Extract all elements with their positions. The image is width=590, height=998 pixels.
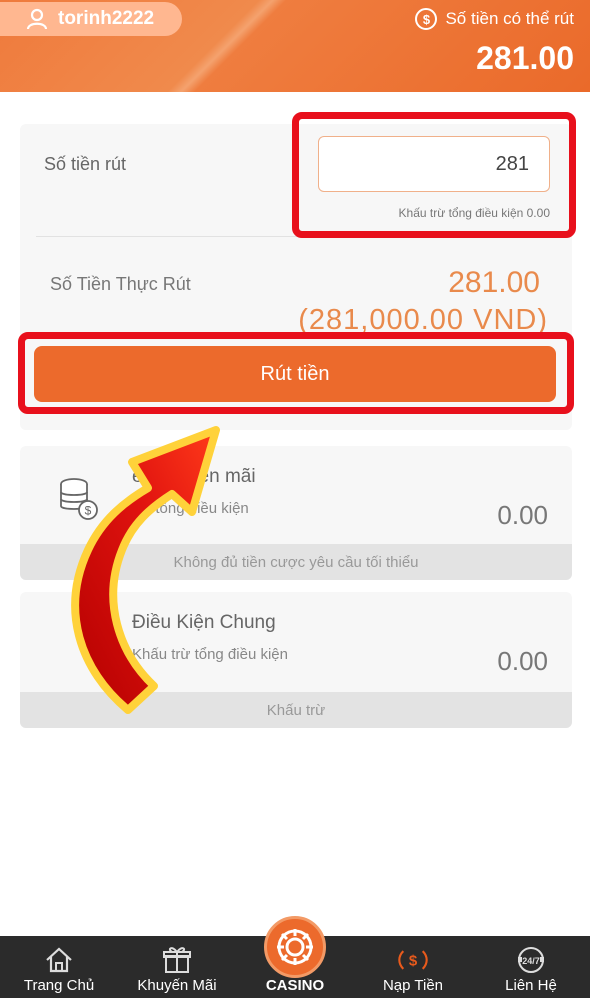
nav-item-promotions[interactable]: Khuyến Mãi	[118, 936, 236, 998]
home-icon	[44, 945, 74, 975]
withdrawable-balance-label: $ Số tiền có thể rút	[415, 8, 574, 30]
actual-withdraw-label: Số Tiền Thực Rút	[50, 274, 191, 294]
nav-item-home[interactable]: Trang Chủ	[0, 936, 118, 998]
nav-label-contact: Liên Hệ	[505, 977, 557, 994]
svg-text:24/7: 24/7	[522, 956, 540, 966]
withdrawable-balance-value: 281.00	[476, 40, 574, 76]
nav-item-deposit[interactable]: $ Nạp Tiền	[354, 936, 472, 998]
support-24-7-icon: 24/7	[516, 945, 546, 975]
nav-item-casino[interactable]: CASINO	[236, 916, 354, 998]
deposit-icon: $	[398, 945, 428, 975]
dollar-icon: $	[415, 8, 438, 30]
nav-item-contact[interactable]: 24/7 Liên Hệ	[472, 936, 590, 998]
nav-label-deposit: Nạp Tiền	[382, 977, 444, 994]
gift-icon	[162, 945, 192, 975]
balance-label-text: Số tiền có thể rút	[445, 9, 574, 28]
casino-chip-icon	[264, 916, 326, 978]
highlight-box-amount	[292, 112, 576, 238]
user-icon	[26, 8, 48, 30]
promo-card-amount: 0.00	[497, 500, 548, 530]
actual-withdraw-value: 281.00	[448, 266, 540, 299]
nav-label-promotions: Khuyến Mãi	[137, 977, 217, 994]
svg-text:$: $	[409, 952, 418, 969]
nav-label-casino: CASINO	[265, 977, 325, 994]
nav-label-home: Trang Chủ	[23, 977, 95, 994]
username: torinh2222	[58, 8, 155, 29]
curved-arrow-icon	[71, 426, 220, 714]
bottom-navigation: Trang Chủ Khuyến Mãi CASINO $ Nạp Tiền 2…	[0, 916, 590, 998]
header-bar: torinh2222 $ Số tiền có thể rút 281.00	[0, 0, 590, 92]
user-account-pill[interactable]: torinh2222	[0, 2, 182, 36]
withdraw-amount-label: Số tiền rút	[44, 154, 127, 174]
highlight-box-button	[18, 332, 574, 414]
general-card-amount: 0.00	[497, 646, 548, 676]
